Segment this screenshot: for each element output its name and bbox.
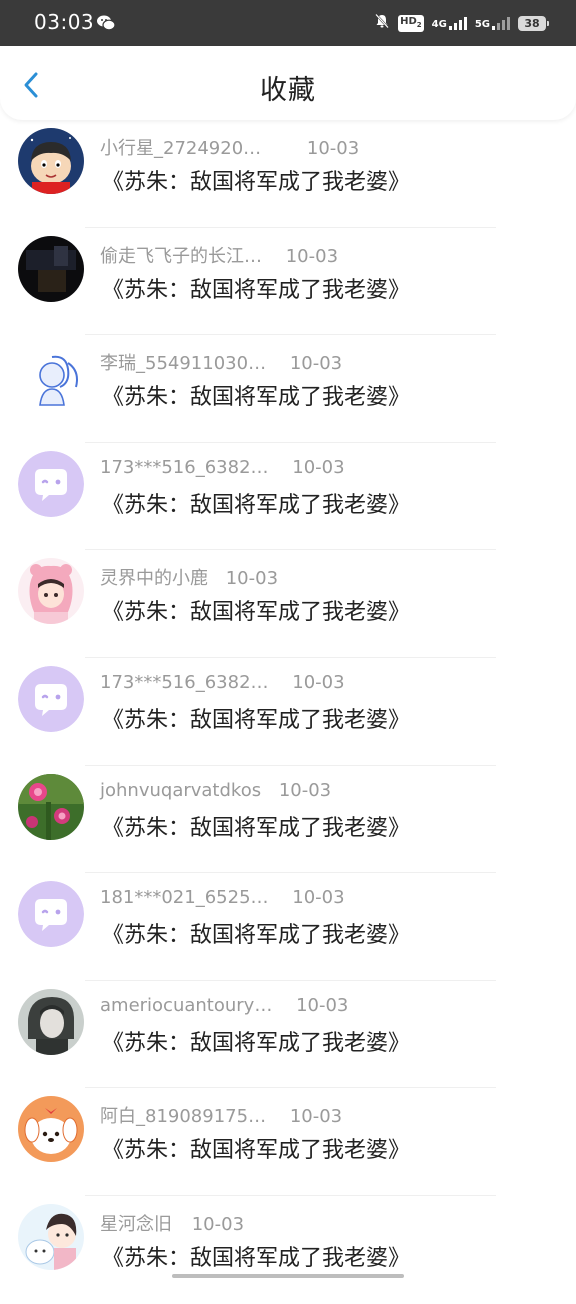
battery-icon: 38 xyxy=(518,15,549,31)
status-time: 03:03 xyxy=(34,10,95,34)
list-item-meta: 李瑞_554911030… 10-03 xyxy=(100,349,342,375)
user-name: 173***516_6382… xyxy=(100,456,269,478)
date: 10-03 xyxy=(292,671,345,693)
date: 10-03 xyxy=(306,138,360,159)
avatar[interactable] xyxy=(18,235,84,302)
list-item[interactable]: 173***516_6382… 10-03 《苏朱：敌国将军成了我老婆》 xyxy=(0,443,576,551)
date: 10-03 xyxy=(289,353,343,375)
list-item[interactable]: 小行星_2724920… 10-03 《苏朱：敌国将军成了我老婆》 xyxy=(0,120,576,228)
list-item[interactable]: 星河念旧 10-03 《苏朱：敌国将军成了我老婆》 xyxy=(0,1196,576,1304)
home-indicator[interactable] xyxy=(172,1274,404,1278)
book-title[interactable]: 《苏朱：敌国将军成了我老婆》 xyxy=(102,1240,410,1272)
avatar[interactable] xyxy=(18,128,84,194)
header: 收藏 xyxy=(0,46,576,120)
list-item[interactable]: ameriocuantoury… 10-03 《苏朱：敌国将军成了我老婆》 xyxy=(0,981,576,1089)
date: 10-03 xyxy=(191,1213,245,1235)
list-item[interactable]: 181***021_6525… 10-03 《苏朱：敌国将军成了我老婆》 xyxy=(0,873,576,981)
user-name: 星河念旧 xyxy=(100,1213,172,1235)
list-item-meta: 偷走飞飞子的长江… 10-03 xyxy=(100,242,338,268)
list-item[interactable]: johnvuqarvatdkos 10-03 《苏朱：敌国将军成了我老婆》 xyxy=(0,766,576,874)
mute-icon xyxy=(374,13,390,33)
list-item-meta: 星河念旧 10-03 xyxy=(100,1210,244,1236)
date: 10-03 xyxy=(292,456,345,478)
list-item-meta: 173***516_6382… 10-03 xyxy=(100,457,345,483)
user-name: 偷走飞飞子的长江… xyxy=(100,245,262,267)
list-item[interactable]: 173***516_6382… 10-03 《苏朱：敌国将军成了我老婆》 xyxy=(0,658,576,766)
net-4g-label: 4G xyxy=(431,19,447,30)
user-name: 阿白_819089175… xyxy=(100,1106,267,1128)
list-item[interactable]: 偷走飞飞子的长江… 10-03 《苏朱：敌国将军成了我老婆》 xyxy=(0,228,576,336)
date: 10-03 xyxy=(225,568,279,590)
book-title[interactable]: 《苏朱：敌国将军成了我老婆》 xyxy=(102,164,410,196)
list-item-meta: johnvuqarvatdkos 10-03 xyxy=(100,780,331,806)
avatar[interactable] xyxy=(18,558,84,625)
battery-level: 38 xyxy=(524,16,540,30)
signal-5g-icon: 5G xyxy=(475,16,510,30)
user-name: johnvuqarvatdkos xyxy=(100,779,262,801)
default-avatar-icon[interactable] xyxy=(18,881,84,948)
avatar[interactable] xyxy=(18,343,84,410)
status-bar: 03:03 HD2 4G 5G 38 xyxy=(0,0,576,46)
date: 10-03 xyxy=(296,994,349,1016)
book-title[interactable]: 《苏朱：敌国将军成了我老婆》 xyxy=(102,594,410,626)
book-title[interactable]: 《苏朱：敌国将军成了我老婆》 xyxy=(102,702,410,734)
book-title[interactable]: 《苏朱：敌国将军成了我老婆》 xyxy=(102,810,410,842)
default-avatar-icon[interactable] xyxy=(18,450,84,517)
user-name: 灵界中的小鹿 xyxy=(100,568,208,590)
book-title[interactable]: 《苏朱：敌国将军成了我老婆》 xyxy=(102,272,410,304)
list-item-meta: ameriocuantoury… 10-03 xyxy=(100,995,348,1021)
avatar[interactable] xyxy=(18,1096,84,1163)
date: 10-03 xyxy=(285,245,339,267)
list-item-meta: 173***516_6382… 10-03 xyxy=(100,672,345,698)
list-item-meta: 小行星_2724920… 10-03 xyxy=(100,134,359,160)
favorites-list: 小行星_2724920… 10-03 《苏朱：敌国将军成了我老婆》 偷走飞飞子的… xyxy=(0,120,576,1304)
avatar[interactable] xyxy=(18,1203,84,1270)
wechat-icon xyxy=(96,14,116,36)
page-title: 收藏 xyxy=(260,75,316,106)
list-item-meta: 灵界中的小鹿 10-03 xyxy=(100,564,278,590)
default-avatar-icon[interactable] xyxy=(18,665,84,732)
signal-4g-icon: 4G xyxy=(432,16,467,30)
list-item-meta: 阿白_819089175… 10-03 xyxy=(100,1102,342,1128)
avatar[interactable] xyxy=(18,773,84,840)
book-title[interactable]: 《苏朱：敌国将军成了我老婆》 xyxy=(102,487,410,519)
book-title[interactable]: 《苏朱：敌国将军成了我老婆》 xyxy=(102,917,410,949)
date: 10-03 xyxy=(289,1106,343,1128)
user-name: 173***516_6382… xyxy=(100,671,269,693)
user-name: 小行星_2724920… xyxy=(100,138,262,159)
book-title[interactable]: 《苏朱：敌国将军成了我老婆》 xyxy=(102,1025,410,1057)
user-name: 李瑞_554911030… xyxy=(100,353,267,375)
user-name: ameriocuantoury… xyxy=(100,994,273,1016)
avatar[interactable] xyxy=(18,988,84,1055)
book-title[interactable]: 《苏朱：敌国将军成了我老婆》 xyxy=(102,379,410,411)
date: 10-03 xyxy=(278,779,332,801)
net-5g-label: 5G xyxy=(474,19,490,30)
date: 10-03 xyxy=(292,887,345,909)
list-item-meta: 181***021_6525… 10-03 xyxy=(100,887,345,913)
hd-badge: HD2 xyxy=(398,14,424,32)
list-item[interactable]: 阿白_819089175… 10-03 《苏朱：敌国将军成了我老婆》 xyxy=(0,1088,576,1196)
list-item[interactable]: 灵界中的小鹿 10-03 《苏朱：敌国将军成了我老婆》 xyxy=(0,550,576,658)
user-name: 181***021_6525… xyxy=(100,887,269,909)
list-item[interactable]: 李瑞_554911030… 10-03 《苏朱：敌国将军成了我老婆》 xyxy=(0,335,576,443)
book-title[interactable]: 《苏朱：敌国将军成了我老婆》 xyxy=(102,1132,410,1164)
